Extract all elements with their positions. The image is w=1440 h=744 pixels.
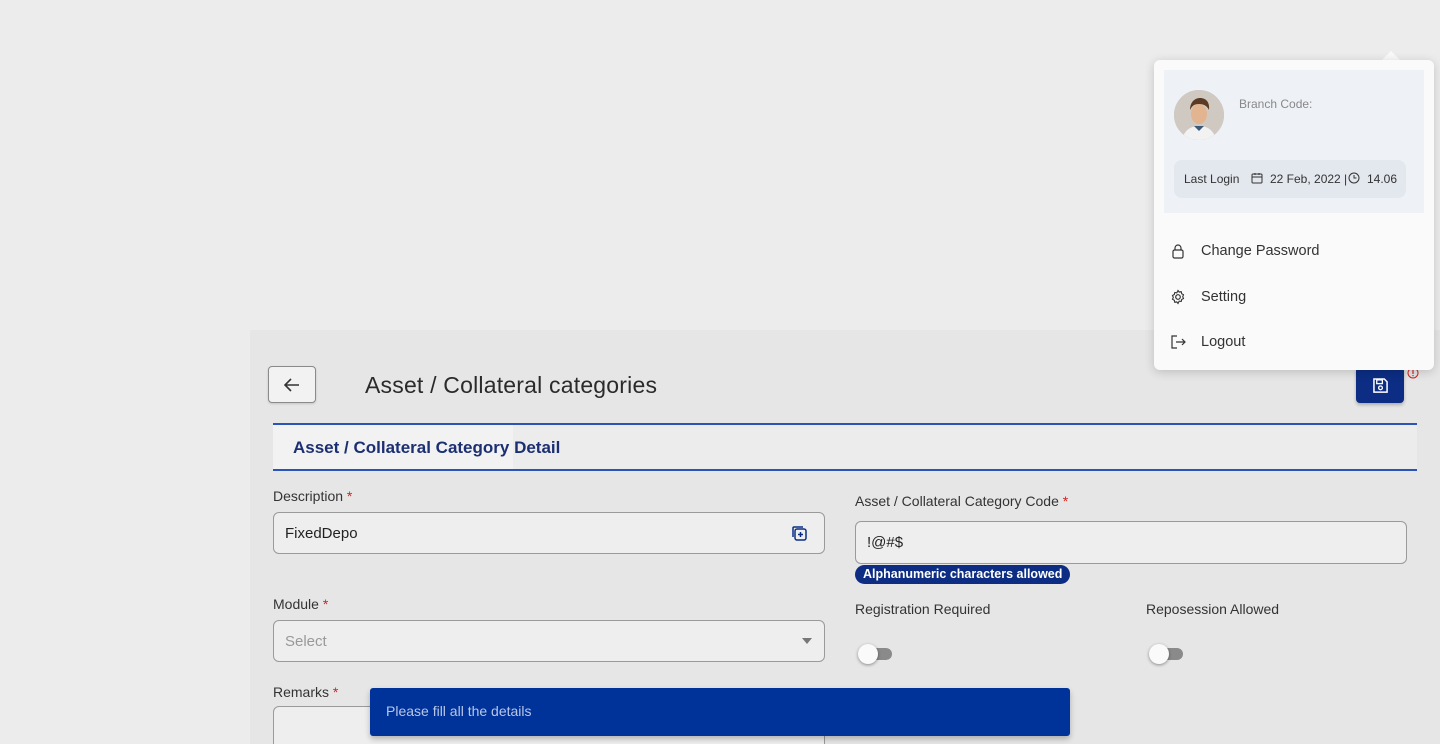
- validation-hint-badge: Alphanumeric characters allowed: [855, 565, 1071, 584]
- tab-category-detail[interactable]: Asset / Collateral Category Detail: [273, 423, 1417, 471]
- description-field[interactable]: FixedDepo: [273, 512, 825, 554]
- menu-item-label: Change Password: [1201, 243, 1320, 259]
- branch-code-label: Branch Code:: [1239, 97, 1313, 111]
- logout-icon: [1171, 335, 1186, 349]
- validation-toast: Please fill all the details: [370, 688, 1070, 736]
- description-label: Description *: [273, 488, 353, 504]
- toggle-knob: [858, 644, 878, 664]
- menu-item-setting[interactable]: Setting: [1154, 277, 1434, 317]
- toast-message: Please fill all the details: [386, 703, 532, 719]
- last-login-date: 22 Feb, 2022 |: [1270, 172, 1348, 186]
- last-login-time: 14.06: [1367, 172, 1398, 186]
- toggle-knob: [1149, 644, 1169, 664]
- category-code-label: Asset / Collateral Category Code *: [855, 493, 1069, 509]
- remarks-label: Remarks *: [273, 684, 339, 700]
- back-button[interactable]: [268, 366, 316, 403]
- module-placeholder: Select: [285, 633, 327, 650]
- module-label: Module *: [273, 596, 329, 612]
- save-button[interactable]: [1356, 367, 1404, 403]
- menu-item-logout[interactable]: Logout: [1154, 322, 1434, 362]
- menu-item-label: Logout: [1201, 334, 1246, 350]
- avatar: [1174, 90, 1224, 140]
- gear-icon: [1171, 289, 1185, 305]
- repossession-allowed-label: Reposession Allowed: [1146, 601, 1280, 617]
- last-login-box: Last Login 22 Feb, 2022 | 14.06: [1174, 160, 1406, 198]
- save-icon: [1372, 377, 1388, 393]
- chevron-down-icon: [802, 638, 812, 644]
- category-code-value: !@#$: [867, 534, 904, 551]
- dropdown-caret: [1382, 51, 1400, 60]
- form-panel: Asset / Collateral categories Asset / Co…: [250, 330, 1440, 744]
- page-title: Asset / Collateral categories: [365, 372, 658, 398]
- clock-icon: [1348, 172, 1360, 184]
- copy-add-icon[interactable]: [791, 525, 808, 542]
- repossession-allowed-toggle[interactable]: [1149, 643, 1185, 664]
- registration-required-label: Registration Required: [855, 601, 991, 617]
- calendar-icon: [1251, 173, 1263, 184]
- tab-label: Asset / Collateral Category Detail: [293, 438, 561, 457]
- last-login-label: Last Login: [1184, 172, 1240, 186]
- menu-item-change-password[interactable]: Change Password: [1154, 231, 1434, 271]
- menu-item-label: Setting: [1201, 289, 1247, 305]
- module-select[interactable]: Select: [273, 620, 825, 662]
- user-photo-icon: [1174, 90, 1224, 140]
- profile-summary: Branch Code: Last Login 22 Feb, 2022 | 1…: [1164, 70, 1424, 213]
- profile-dropdown: Branch Code: Last Login 22 Feb, 2022 | 1…: [1154, 60, 1434, 370]
- category-code-field[interactable]: !@#$: [855, 521, 1407, 564]
- registration-required-toggle[interactable]: [858, 643, 894, 664]
- lock-icon: [1172, 244, 1184, 259]
- description-value: FixedDepo: [285, 525, 358, 542]
- arrow-left-icon: [284, 377, 299, 392]
